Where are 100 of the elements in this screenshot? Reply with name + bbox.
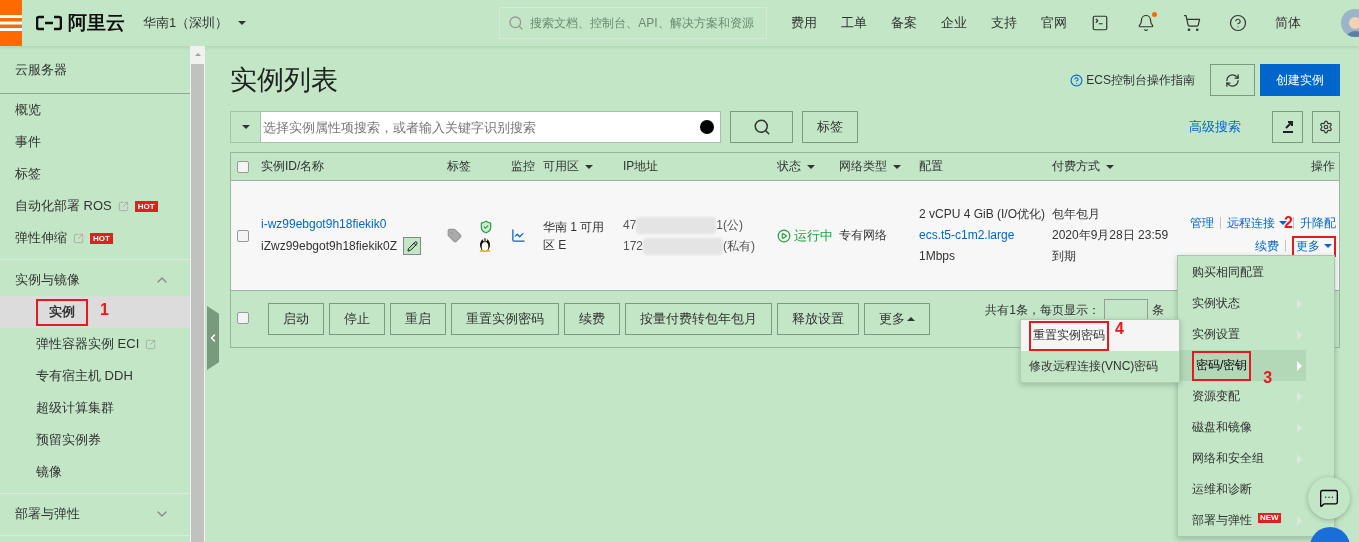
pencil-icon bbox=[406, 240, 418, 252]
sidebar-item[interactable]: 标签 bbox=[0, 158, 190, 190]
edit-button[interactable] bbox=[403, 237, 422, 255]
column-header: 可用区 bbox=[543, 158, 623, 175]
column-header: 状态 bbox=[777, 158, 839, 175]
search-button[interactable] bbox=[730, 111, 793, 143]
sidebar-item[interactable]: 自动化部署 ROS HOT bbox=[0, 190, 190, 222]
chat-icon bbox=[1319, 488, 1339, 508]
config-text: 2 vCPU 4 GiB (I/O优化) bbox=[919, 206, 1047, 223]
collapse-button[interactable] bbox=[207, 306, 219, 370]
menu-item[interactable]: 密码/密钥 3 bbox=[1178, 350, 1306, 381]
column-header: 监控 bbox=[511, 158, 536, 175]
menu-item[interactable]: 网络和安全组 bbox=[1178, 443, 1306, 474]
menu-item[interactable]: 磁盘和镜像 bbox=[1178, 412, 1306, 443]
pagination-text: 条 bbox=[1152, 301, 1164, 319]
nav-link[interactable]: 费用 bbox=[791, 14, 842, 32]
menu-button[interactable] bbox=[0, 0, 22, 46]
sidebar-item[interactable]: 专有宿主机 DDH bbox=[0, 360, 190, 392]
network-text: 专有网络 bbox=[839, 227, 888, 244]
column-header: 标签 bbox=[447, 158, 472, 175]
menu-item[interactable]: 实例设置 bbox=[1178, 319, 1306, 350]
logo-icon bbox=[36, 15, 62, 31]
terminal-icon[interactable] bbox=[1091, 14, 1110, 32]
sidebar-item[interactable]: 镜像 bbox=[0, 456, 190, 488]
ip-text: 1(公) bbox=[716, 216, 744, 234]
billing-text: 包年包月 bbox=[1052, 206, 1101, 223]
menu-item[interactable]: 实例状态 bbox=[1178, 288, 1306, 319]
column-header: 操作 bbox=[1310, 158, 1336, 175]
search-input[interactable]: 搜索文档、控制台、API、解决方案和资源 bbox=[530, 16, 759, 30]
more-button[interactable]: 更多 bbox=[864, 303, 930, 335]
nav-link[interactable]: 备案 bbox=[891, 14, 942, 32]
action-button[interactable]: 停止 bbox=[329, 303, 385, 335]
hot-badge: HOT bbox=[134, 200, 158, 212]
settings-button[interactable] bbox=[1312, 111, 1340, 143]
cart-icon[interactable] bbox=[1183, 14, 1202, 32]
action-button[interactable]: 启动 bbox=[268, 303, 324, 335]
search-field[interactable]: 搜索文档、控制台、API、解决方案和资源 bbox=[499, 7, 768, 39]
nav-link[interactable]: 支持 bbox=[991, 14, 1042, 32]
column-header: IP地址 bbox=[623, 158, 660, 175]
caret-icon bbox=[241, 125, 250, 129]
refresh-button[interactable] bbox=[1210, 64, 1255, 96]
sidebar-group[interactable]: 部署与弹性 bbox=[0, 494, 190, 530]
bell-icon[interactable] bbox=[1137, 14, 1156, 32]
chat-button[interactable] bbox=[1308, 477, 1350, 519]
sidebar-item[interactable]: 弹性伸缩 HOT bbox=[0, 222, 190, 254]
action-link[interactable]: 升降配 bbox=[1300, 214, 1336, 232]
filter-dropdown-button[interactable] bbox=[230, 111, 260, 143]
action-button[interactable]: 按量付费转包年包月 bbox=[625, 303, 772, 335]
tag-icon[interactable] bbox=[447, 228, 462, 243]
logo-text: 阿里云 bbox=[68, 11, 125, 35]
sidebar-item[interactable]: 事件 bbox=[0, 126, 190, 158]
action-button[interactable]: 释放设置 bbox=[777, 303, 859, 335]
shield-icon bbox=[479, 219, 493, 234]
ip-text: 47 bbox=[623, 216, 637, 234]
language-link[interactable]: 简体 bbox=[1275, 14, 1326, 32]
create-instance-button[interactable]: 创建实例 bbox=[1260, 64, 1340, 96]
billing-text: 到期 bbox=[1052, 248, 1077, 265]
export-button[interactable] bbox=[1272, 111, 1303, 143]
menu-item[interactable]: 购买相同配置 bbox=[1178, 257, 1306, 288]
filter-field[interactable]: 选择实例属性项搜索，或者输入关键字识别搜索 bbox=[260, 111, 721, 143]
sidebar-item[interactable]: 实例 1 bbox=[0, 296, 190, 328]
export-icon bbox=[1280, 120, 1295, 134]
ip-text: (私有) bbox=[723, 237, 756, 255]
monitor-chart-icon[interactable] bbox=[511, 228, 526, 243]
sidebar-group[interactable]: 实例与镜像 bbox=[0, 260, 190, 296]
column-header: 配置 bbox=[919, 158, 944, 175]
checkbox[interactable] bbox=[237, 229, 249, 242]
new-badge: NEW bbox=[1258, 512, 1281, 523]
region-selector[interactable]: 华南1（深圳） bbox=[143, 14, 247, 32]
scrollbar[interactable] bbox=[190, 46, 205, 542]
action-link[interactable]: 续费 bbox=[1255, 237, 1279, 255]
menu-item[interactable]: 部署与弹性 NEW bbox=[1178, 505, 1306, 536]
action-button[interactable]: 重启 bbox=[390, 303, 446, 335]
sidebar-item[interactable]: 超级计算集群 bbox=[0, 392, 190, 424]
billing-text: 2020年9月28日 23:59 bbox=[1052, 227, 1170, 244]
ip-text: 172 bbox=[623, 237, 644, 255]
tag-button[interactable]: 标签 bbox=[802, 111, 858, 143]
sidebar-item[interactable]: 概览 bbox=[0, 94, 190, 126]
menu-item[interactable]: 重置实例密码 4 bbox=[1021, 320, 1179, 351]
menu-item[interactable]: 修改远程连接(VNC)密码 bbox=[1021, 351, 1179, 382]
menu-icon bbox=[0, 14, 22, 32]
advanced-search-link[interactable]: 高级搜索 bbox=[1189, 118, 1241, 136]
checkbox[interactable] bbox=[237, 160, 249, 173]
column-header: 网络类型 bbox=[839, 158, 919, 175]
instance-id-link[interactable]: i-wz99ebgot9h18fiekik0 bbox=[261, 216, 447, 233]
sidebar-item[interactable]: 预留实例券 bbox=[0, 424, 190, 456]
step-number: 2 bbox=[1284, 213, 1293, 232]
checkbox[interactable] bbox=[237, 311, 249, 324]
nav-link[interactable]: 官网 bbox=[1041, 14, 1092, 32]
guide-link[interactable]: ECS控制台操作指南 bbox=[1070, 71, 1195, 89]
instance-type-text: ecs.t5-c1m2.large bbox=[919, 227, 1016, 244]
nav-link[interactable]: 工单 bbox=[841, 14, 892, 32]
sidebar-item[interactable]: 弹性容器实例 ECI bbox=[0, 328, 190, 360]
action-button[interactable]: 续费 bbox=[564, 303, 620, 335]
search-icon bbox=[508, 15, 525, 31]
menu-item[interactable]: 运维和诊断 bbox=[1178, 474, 1306, 505]
pagination-text: 共有1条，每页显示： bbox=[985, 301, 1100, 319]
action-link[interactable]: 管理 bbox=[1190, 214, 1214, 232]
nav-link[interactable]: 企业 bbox=[941, 14, 992, 32]
action-button[interactable]: 重置实例密码 bbox=[451, 303, 559, 335]
